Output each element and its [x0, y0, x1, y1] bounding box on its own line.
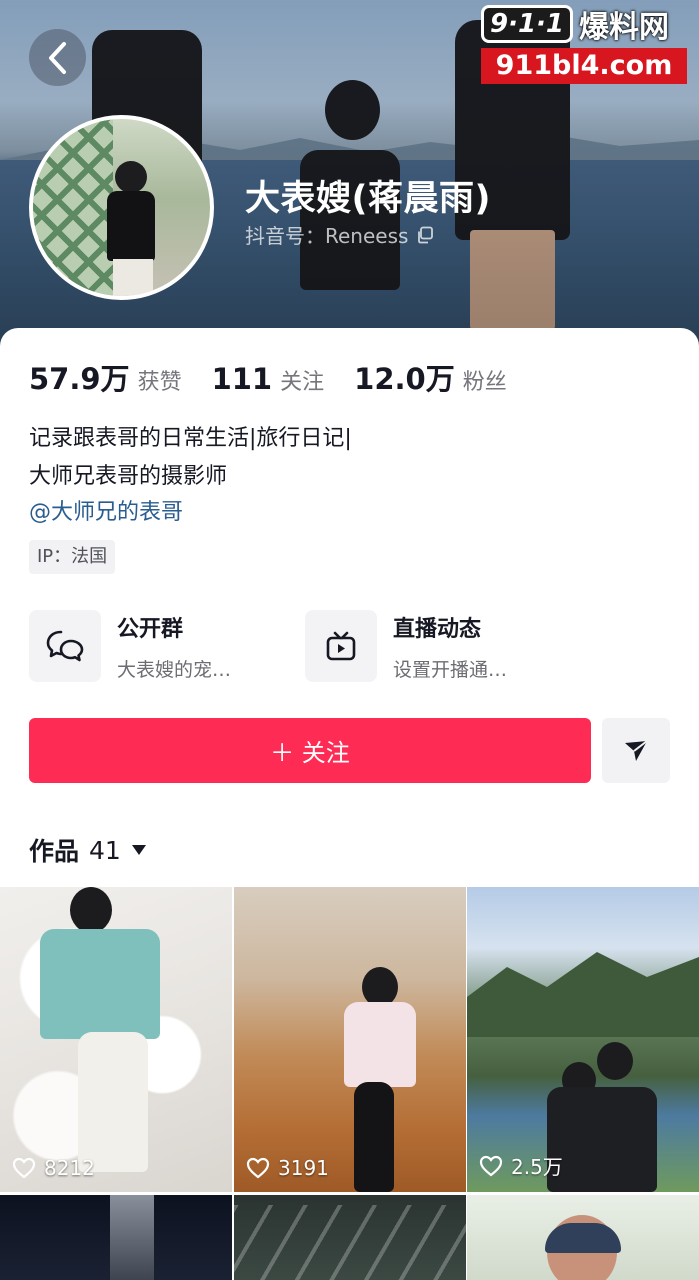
stat-following-value: 111: [211, 362, 273, 396]
feature-public-group-title: 公开群: [117, 616, 184, 642]
feature-live-updates-subtitle: 设置开播通…: [393, 658, 508, 681]
avatar[interactable]: [29, 115, 214, 300]
caret-down-icon: [131, 845, 146, 855]
bio-mention-link[interactable]: @大师兄的表哥: [29, 494, 183, 526]
stat-followers-value: 12.0万: [354, 362, 455, 396]
copy-icon[interactable]: [416, 226, 434, 244]
stat-followers-label: 粉丝: [462, 370, 507, 395]
stat-likes[interactable]: 57.9万 获赞: [29, 356, 182, 398]
works-tab-label: 作品: [29, 837, 80, 866]
video-thumbnail[interactable]: [467, 1195, 699, 1280]
bio-line-2: 大师兄表哥的摄影师: [29, 464, 228, 489]
watermark-url: 911bl4.com: [481, 48, 687, 84]
stats-row: 57.9万 获赞 111 关注 12.0万 粉丝: [29, 356, 537, 398]
video-thumbnail[interactable]: 2.5万: [467, 887, 699, 1192]
works-count: 41: [89, 835, 121, 865]
feature-public-group[interactable]: 公开群 大表嫂的宠…: [29, 610, 231, 682]
stat-following[interactable]: 111 关注: [212, 362, 325, 396]
feature-live-updates-title: 直播动态: [393, 616, 482, 642]
stat-followers[interactable]: 12.0万 粉丝: [354, 356, 507, 398]
heart-icon: [479, 1155, 503, 1176]
back-button[interactable]: [29, 29, 86, 86]
douyin-id[interactable]: 抖音号：Reneess: [245, 220, 434, 249]
video-thumbnail[interactable]: 3191: [234, 887, 466, 1192]
group-chat-icon: [46, 630, 84, 662]
watermark-logo: 9·1·1: [481, 5, 574, 43]
heart-icon: [12, 1157, 36, 1179]
video-thumbnail[interactable]: [234, 1195, 466, 1280]
video-likes-count: 3191: [278, 1156, 329, 1180]
watermark-text: 爆料网: [579, 10, 670, 45]
heart-icon: [246, 1157, 270, 1179]
video-likes: 2.5万: [479, 1151, 563, 1180]
send-icon: [625, 739, 648, 761]
profile-username: 大表嫂(蒋晨雨): [245, 179, 491, 219]
stat-likes-value: 57.9万: [29, 362, 130, 396]
chevron-left-icon: [48, 41, 66, 74]
feature-public-group-subtitle: 大表嫂的宠…: [117, 658, 232, 681]
video-thumbnail[interactable]: 8212: [0, 887, 232, 1192]
bio: 记录跟表哥的日常生活|旅行日记| 大师兄表哥的摄影师: [29, 420, 352, 496]
follow-button-label: ＋ 关注: [270, 739, 350, 767]
follow-button[interactable]: ＋ 关注: [29, 718, 591, 783]
video-likes-count: 2.5万: [511, 1155, 563, 1179]
bio-line-1: 记录跟表哥的日常生活|旅行日记|: [29, 426, 352, 451]
video-thumbnail[interactable]: [0, 1195, 232, 1280]
share-button[interactable]: [602, 718, 670, 783]
stat-following-label: 关注: [280, 370, 325, 395]
ip-location-tag: IP：法国: [29, 540, 116, 574]
feature-live-updates[interactable]: 直播动态 设置开播通…: [305, 610, 507, 682]
douyin-id-text: 抖音号：Reneess: [245, 224, 409, 248]
live-tv-icon: [326, 631, 356, 661]
works-tab[interactable]: 作品 41: [29, 832, 147, 868]
watermark: 9·1·1 爆料网 911bl4.com: [481, 4, 695, 84]
video-likes: 3191: [246, 1156, 329, 1180]
video-likes: 8212: [12, 1156, 95, 1180]
stat-likes-label: 获赞: [137, 370, 182, 395]
video-likes-count: 8212: [44, 1156, 95, 1180]
